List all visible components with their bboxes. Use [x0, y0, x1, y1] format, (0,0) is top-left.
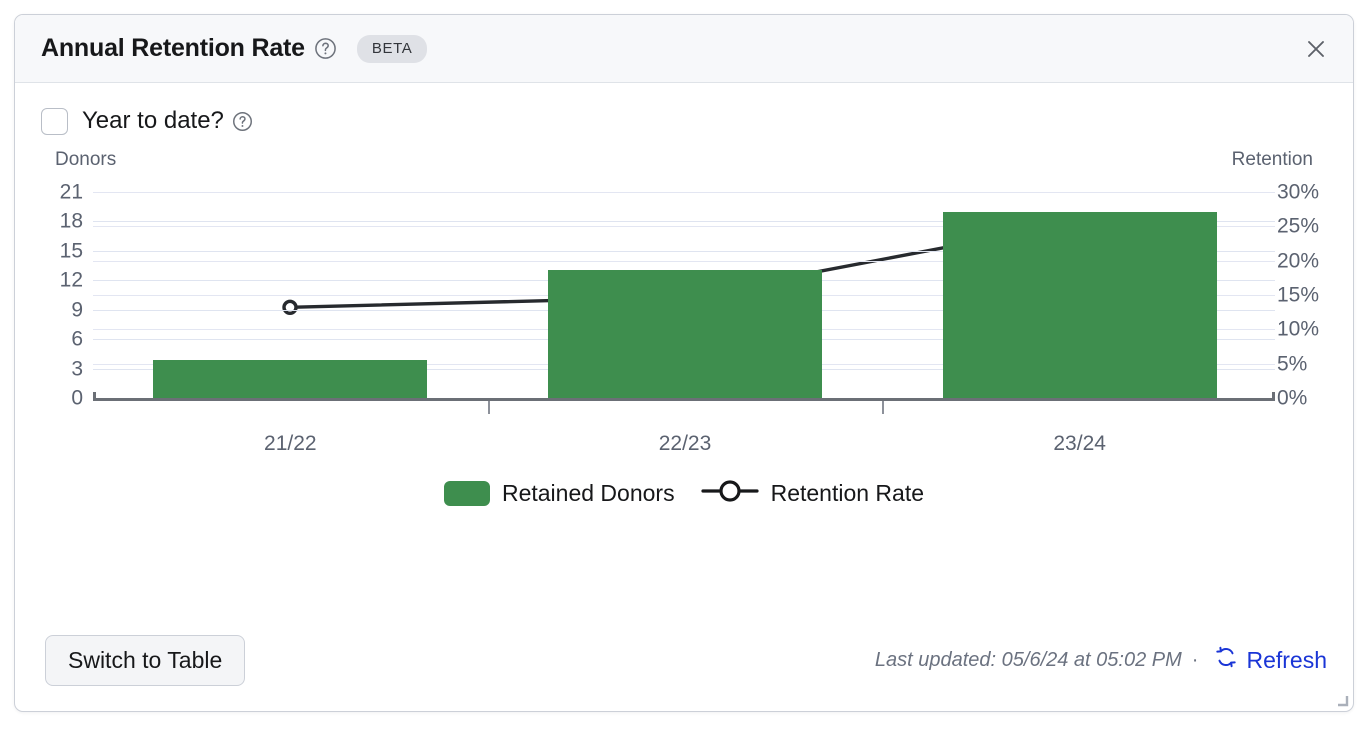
separator-dot: ·: [1191, 648, 1199, 671]
plot-area: [93, 192, 1275, 414]
year-to-date-help-icon[interactable]: [232, 111, 253, 132]
y-axis-labels-right: 0% 5% 10% 15% 20% 25% 30%: [1277, 182, 1347, 409]
legend-item-retained-donors[interactable]: Retained Donors: [443, 480, 675, 507]
refresh-button[interactable]: Refresh: [1214, 645, 1327, 675]
legend-swatch-line: [700, 478, 759, 509]
page-title: Annual Retention Rate: [41, 34, 305, 62]
y-tick-label-right: 5%: [1277, 352, 1308, 376]
year-to-date-label: Year to date?: [82, 107, 224, 134]
close-icon[interactable]: [1299, 32, 1333, 66]
y-tick-label-left: 15: [59, 239, 83, 263]
x-tick-label: 22/23: [658, 432, 712, 455]
x-tick-mark: [487, 401, 490, 414]
year-to-date-checkbox[interactable]: [41, 107, 68, 135]
bar-22-23[interactable]: [547, 270, 823, 398]
y-tick-label-left: 21: [59, 180, 83, 204]
y-tick-label-left: 6: [71, 327, 83, 351]
gridline: [93, 192, 1275, 193]
y-axis-title-right: Retention: [1231, 149, 1313, 170]
bar-21-22[interactable]: [153, 359, 428, 398]
retention-chart: Donors Retention 0 3 6 9 12 15 18 21 0% 5% 10% 15%…: [15, 149, 1353, 479]
resize-handle[interactable]: [1333, 692, 1349, 708]
refresh-icon: [1214, 645, 1238, 675]
annual-retention-rate-panel: Annual Retention Rate BETA Year to date?: [14, 14, 1354, 712]
y-axis-labels-left: 0 3 6 9 12 15 18 21: [23, 182, 83, 409]
y-tick-label-right: 10%: [1277, 317, 1320, 341]
title-help-icon[interactable]: [314, 37, 337, 60]
last-updated-text: Last updated: 05/6/24 at 05:02 PM: [874, 648, 1182, 671]
x-tick-label: 21/22: [264, 432, 317, 455]
y-tick-label-right: 30%: [1277, 180, 1320, 204]
y-tick-label-left: 18: [59, 209, 83, 233]
panel-footer: Switch to Table Last updated: 05/6/24 at…: [15, 616, 1353, 711]
y-tick-label-right: 25%: [1277, 214, 1320, 238]
y-tick-label-right: 0%: [1277, 386, 1308, 410]
x-axis-labels: 21/22 22/23 23/24: [93, 432, 1275, 460]
refresh-label: Refresh: [1246, 646, 1327, 673]
x-axis-line: [93, 398, 1275, 401]
x-tick-label: 23/24: [1053, 432, 1106, 455]
footer-status: Last updated: 05/6/24 at 05:02 PM · Refr…: [875, 645, 1327, 675]
y-tick-label-left: 0: [71, 386, 83, 410]
legend-label-retention-rate: Retention Rate: [770, 480, 925, 506]
bar-23-24[interactable]: [942, 211, 1217, 398]
panel-body: Year to date? Donors Retention 0 3 6 9 12 15 1…: [15, 83, 1353, 711]
y-tick-label-left: 12: [59, 268, 83, 292]
x-tick-mark: [882, 401, 885, 414]
y-tick-label-right: 20%: [1277, 249, 1320, 273]
legend-label-retained-donors: Retained Donors: [501, 480, 675, 506]
legend-item-retention-rate[interactable]: Retention Rate: [700, 478, 925, 509]
y-tick-label-right: 15%: [1277, 283, 1320, 307]
panel-header: Annual Retention Rate BETA: [15, 15, 1353, 83]
legend-swatch-bar: [443, 481, 490, 506]
y-tick-label-left: 9: [71, 298, 83, 322]
y-tick-label-left: 3: [71, 357, 83, 381]
beta-badge: BETA: [356, 34, 428, 63]
y-axis-title-left: Donors: [55, 149, 117, 170]
switch-to-table-button[interactable]: Switch to Table: [45, 634, 246, 686]
retention-point-21-22[interactable]: [284, 301, 296, 313]
year-to-date-row: Year to date?: [15, 83, 1353, 135]
chart-legend: Retained Donors Retention Rate: [15, 478, 1353, 509]
